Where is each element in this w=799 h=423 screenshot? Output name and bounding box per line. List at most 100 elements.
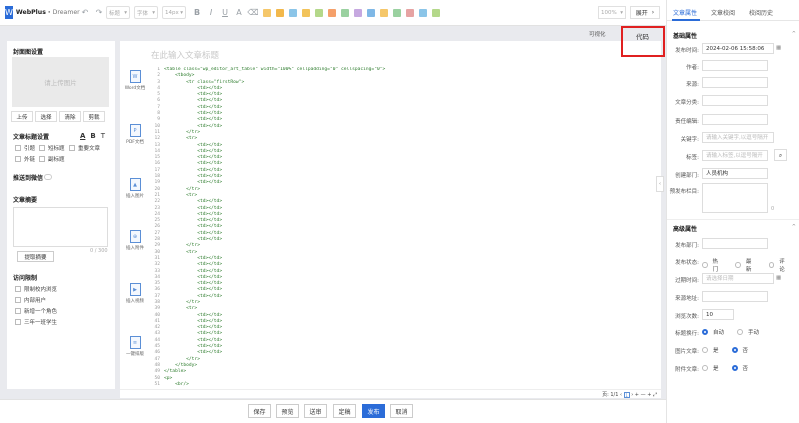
redo-icon[interactable]: ↷ <box>93 8 105 17</box>
font-color-icon[interactable]: A <box>233 8 245 17</box>
expand-button[interactable]: 展开 › <box>630 6 660 19</box>
title-input[interactable]: 在此输入文章标题 <box>151 49 219 61</box>
prev-page-icon[interactable]: ‹ <box>620 392 622 398</box>
bold-icon[interactable]: B <box>90 132 95 140</box>
search-icon[interactable]: ⌕ <box>774 149 787 161</box>
auto-format-button[interactable]: ≡ 一键排版 <box>120 336 150 357</box>
view-tab-visual[interactable]: 可视化 <box>589 30 606 38</box>
checkbox-new-role[interactable]: 新增一个角色 <box>15 307 57 315</box>
radio-attach-yes[interactable] <box>702 365 708 371</box>
zoom-in-icon[interactable]: + <box>647 392 651 398</box>
wechat-push-label: 推送到微信 <box>13 175 44 182</box>
department-input[interactable]: 人员机构 <box>702 168 768 179</box>
summary-textarea[interactable] <box>13 207 108 247</box>
clear-button[interactable]: 清除 <box>59 111 81 122</box>
insert-image-button[interactable]: ▲ 插入图片 <box>120 178 150 199</box>
bold-icon[interactable]: B <box>191 8 203 17</box>
checkbox-subtitle[interactable]: 副标题 <box>39 155 65 163</box>
cover-upload-area[interactable]: 请上传图片 <box>12 57 109 107</box>
font-select[interactable]: 字体 ▾ <box>134 6 158 19</box>
toolbar-tool-icon-5[interactable] <box>314 8 323 17</box>
underline-icon[interactable]: U <box>219 8 231 17</box>
save-button[interactable]: 保存 <box>248 404 271 418</box>
cancel-button[interactable]: 取消 <box>390 404 413 418</box>
upload-button[interactable]: 上传 <box>11 111 33 122</box>
insert-attachment-button[interactable]: ⊕ 插入附件 <box>120 230 150 251</box>
radio-comment[interactable] <box>768 262 775 268</box>
publish-button[interactable]: 发布 <box>362 404 385 418</box>
toolbar-tool-icon-1[interactable] <box>262 8 271 17</box>
toolbar-tool-icon-13[interactable] <box>418 8 427 17</box>
toolbar-tool-icon-7[interactable] <box>340 8 349 17</box>
view-tab-code[interactable]: 代码 <box>636 31 649 41</box>
crop-button[interactable]: 剪裁 <box>83 111 105 122</box>
publish-time-input[interactable]: 2024-02-06 15:58:06 <box>702 43 774 54</box>
views-input[interactable]: 10 <box>702 309 734 320</box>
responsible-editor-input[interactable] <box>702 114 768 125</box>
next-page-icon[interactable]: › <box>631 392 633 398</box>
toolbar-tool-icon-4[interactable] <box>301 8 310 17</box>
toolbar-tool-icon-14[interactable] <box>431 8 440 17</box>
wechat-push-toggle[interactable] <box>44 174 52 180</box>
finalize-button[interactable]: 定稿 <box>333 404 356 418</box>
source-input[interactable] <box>702 77 768 88</box>
checkbox-class-students[interactable]: 三年一班学生 <box>15 318 57 326</box>
source-url-input[interactable] <box>702 291 768 302</box>
calendar-icon[interactable]: ▦ <box>776 45 781 51</box>
expire-input[interactable]: 请选择日期 <box>702 273 774 284</box>
page-number[interactable]: 1 <box>623 391 630 398</box>
toolbar-tool-icon-12[interactable] <box>405 8 414 17</box>
tab-review-history[interactable]: 校阅历史 <box>749 8 773 17</box>
checkbox-important[interactable]: 重要文章 <box>69 144 100 152</box>
submit-review-button[interactable]: 送审 <box>304 404 327 418</box>
radio-latest[interactable] <box>735 262 741 268</box>
checkbox-campus-only[interactable]: 限制校内浏览 <box>15 285 57 293</box>
toolbar-tool-icon-10[interactable] <box>379 8 388 17</box>
select-button[interactable]: 选择 <box>35 111 57 122</box>
zoom-out-icon[interactable]: + <box>635 392 639 398</box>
code-editor[interactable]: 1 <table class="wp_editor_art_table" widt… <box>151 67 665 387</box>
undo-icon[interactable]: ↶ <box>79 8 91 17</box>
extract-summary-button[interactable]: 提取摘要 <box>17 251 54 262</box>
preview-button[interactable]: 预览 <box>276 404 299 418</box>
radio-image-no[interactable] <box>731 347 738 353</box>
checkbox-external-link[interactable]: 外链 <box>15 155 35 163</box>
toolbar-tool-icon-2[interactable] <box>275 8 284 17</box>
checkbox-lead-title[interactable]: 引题 <box>15 144 35 152</box>
size-select[interactable]: 14px ▾ <box>162 6 186 19</box>
style-select[interactable]: 标题 ▾ <box>106 6 130 19</box>
tab-article-review[interactable]: 文章校阅 <box>711 8 735 17</box>
collapse-panel-button[interactable]: ‹ <box>656 176 664 192</box>
chevron-up-icon[interactable]: ^ <box>792 31 796 37</box>
radio-manual[interactable] <box>737 329 744 335</box>
toolbar-tool-icon-11[interactable] <box>392 8 401 17</box>
clear-format-icon[interactable]: ⌫ <box>247 8 259 17</box>
checkbox-short-title[interactable]: 短标题 <box>39 144 65 152</box>
toolbar-tool-icon-9[interactable] <box>366 8 375 17</box>
radio-image-yes[interactable] <box>702 347 708 353</box>
insert-word-button[interactable]: W Word文档 <box>120 70 150 91</box>
author-input[interactable] <box>702 60 768 71</box>
font-color-icon[interactable]: A <box>80 132 85 140</box>
column-textarea[interactable] <box>702 183 768 213</box>
toolbar-tool-icon-8[interactable] <box>353 8 362 17</box>
zoom-select[interactable]: 100% ▾ <box>598 6 626 19</box>
adv-publish-input[interactable] <box>702 238 768 249</box>
radio-hot[interactable] <box>702 262 708 268</box>
tab-article-properties[interactable]: 文章属性 <box>673 8 697 17</box>
radio-attach-no[interactable] <box>731 365 738 371</box>
toolbar-tool-icon-3[interactable] <box>288 8 297 17</box>
insert-pdf-button[interactable]: P PDF文档 <box>120 124 150 145</box>
keywords-input[interactable]: 请输入关键字,以逗号隔开 <box>702 132 774 143</box>
radio-auto[interactable] <box>702 329 708 335</box>
tags-input[interactable]: 请输入标签,以逗号隔开 <box>702 150 768 161</box>
chevron-up-icon[interactable]: ^ <box>792 224 796 230</box>
text-style-icon[interactable]: T <box>101 132 105 140</box>
calendar-icon[interactable]: ▦ <box>776 275 781 281</box>
fullscreen-icon[interactable]: ⤢ <box>653 392 657 398</box>
toolbar-tool-icon-6[interactable] <box>327 8 336 17</box>
checkbox-internal-users[interactable]: 内部用户 <box>15 296 46 304</box>
insert-video-button[interactable]: ▶ 插入视频 <box>120 283 150 304</box>
italic-icon[interactable]: I <box>205 8 217 17</box>
category-input[interactable] <box>702 95 768 106</box>
